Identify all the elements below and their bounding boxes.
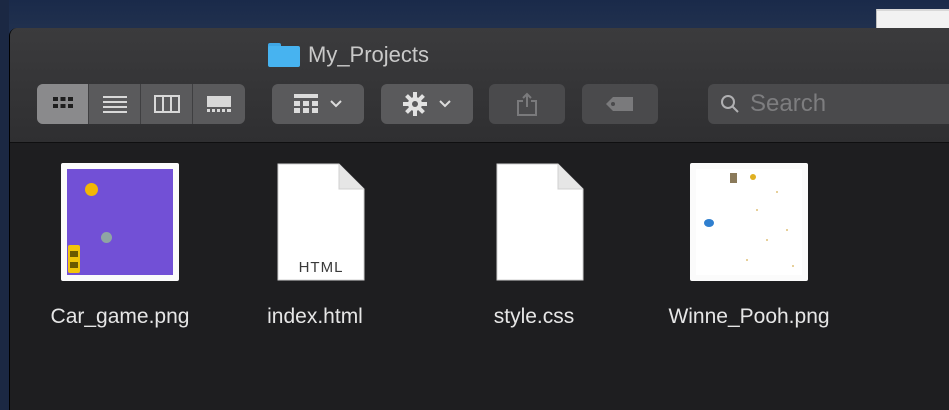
tags-button[interactable] <box>582 84 658 124</box>
share-button[interactable] <box>489 84 565 124</box>
search-field[interactable] <box>708 84 949 124</box>
group-by-button[interactable] <box>272 84 364 124</box>
image-thumbnail[interactable] <box>61 163 179 281</box>
search-icon <box>721 95 739 113</box>
folder-icon <box>268 43 300 67</box>
finder-window: My_Projects Search Car_game.png HTML ind… <box>9 28 949 410</box>
file-item-index-html[interactable]: HTML index.html <box>225 163 405 329</box>
window-title: My_Projects <box>268 41 429 69</box>
group-by-icon <box>294 94 318 113</box>
tag-icon <box>606 97 633 111</box>
columns-icon <box>153 95 180 113</box>
file-name: index.html <box>267 305 363 328</box>
search-input[interactable] <box>750 90 949 118</box>
grid-icon <box>52 97 73 108</box>
list-view-button[interactable] <box>89 84 141 124</box>
list-icon <box>102 96 127 113</box>
desktop-edge <box>0 0 9 410</box>
file-item-style-css[interactable]: style.css <box>444 163 624 329</box>
chevron-down-icon <box>330 100 342 108</box>
file-item-winne-pooh[interactable]: Winne_Pooh.png <box>659 163 839 329</box>
file-name: style.css <box>493 305 575 328</box>
column-view-button[interactable] <box>141 84 193 124</box>
image-thumbnail[interactable] <box>690 163 808 281</box>
gear-icon <box>403 92 427 116</box>
icon-view-button[interactable] <box>37 84 89 124</box>
file-name: Car_game.png <box>50 305 190 328</box>
window-title-text: My_Projects <box>308 42 430 67</box>
view-mode-control <box>37 84 245 124</box>
gallery-view-button[interactable] <box>193 84 245 124</box>
file-grid: Car_game.png HTML index.html style.css W… <box>10 143 949 410</box>
document-icon[interactable] <box>475 163 593 281</box>
file-type-badge: HTML <box>298 259 344 276</box>
chevron-down-icon <box>439 100 451 108</box>
window-titlebar: My_Projects <box>10 28 949 143</box>
document-icon[interactable]: HTML <box>256 163 374 281</box>
toolbar <box>10 82 949 126</box>
gallery-icon <box>207 96 231 112</box>
file-item-car-game[interactable]: Car_game.png <box>30 163 210 329</box>
file-name: Winne_Pooh.png <box>668 305 830 328</box>
share-icon <box>517 92 537 116</box>
action-menu-button[interactable] <box>381 84 473 124</box>
